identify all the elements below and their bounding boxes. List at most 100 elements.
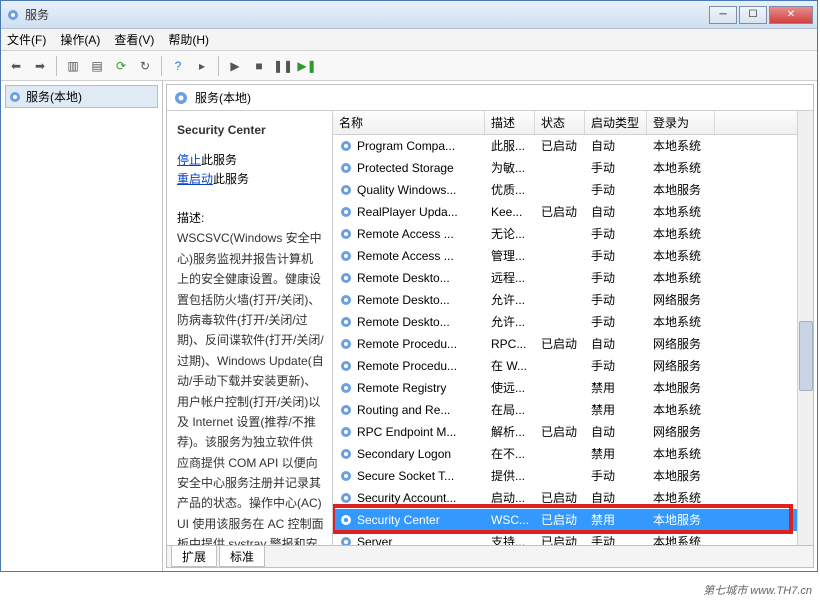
description-text: WSCSVC(Windows 安全中心)服务监视并报告计算机上的安全健康设置。健… [177,228,324,545]
service-name: Server [357,535,392,546]
service-desc: 为敏... [485,159,535,176]
service-row[interactable]: Server支持...已启动手动本地系统 [333,531,813,545]
menu-view[interactable]: 查看(V) [114,31,154,48]
tab-standard[interactable]: 标准 [219,546,265,567]
menu-action[interactable]: 操作(A) [60,31,100,48]
service-desc: RPC... [485,337,535,351]
service-logon: 网络服务 [647,423,715,440]
gear-icon [339,337,353,351]
service-row[interactable]: Secondary Logon在不...禁用本地系统 [333,443,813,465]
service-logon: 本地服务 [647,379,715,396]
service-logon: 本地服务 [647,467,715,484]
gear-icon [339,491,353,505]
service-status: 已启动 [535,533,585,545]
restart-suffix: 此服务 [213,172,249,186]
service-status: 已启动 [535,335,585,352]
service-start: 手动 [585,269,647,286]
service-row[interactable]: Remote Deskto...允许...手动本地系统 [333,311,813,333]
menu-help[interactable]: 帮助(H) [168,31,209,48]
column-logon-as[interactable]: 登录为 [647,111,715,134]
service-start: 手动 [585,357,647,374]
stop-service-button[interactable]: ■ [248,55,270,77]
service-desc: 使远... [485,379,535,396]
service-row[interactable]: Remote Procedu...在 W...手动网络服务 [333,355,813,377]
service-row[interactable]: Security CenterWSC...已启动禁用本地服务 [333,509,813,531]
tree-node-services-local[interactable]: 服务(本地) [5,85,158,108]
service-row[interactable]: Remote Access ...无论...手动本地系统 [333,223,813,245]
view-tabs: 扩展 标准 [167,545,813,567]
service-name: Quality Windows... [357,183,456,197]
selected-service-name: Security Center [177,123,324,137]
help2-button[interactable]: ▸ [191,55,213,77]
service-name: Security Account... [357,491,456,505]
restart-service-button[interactable]: ▶❚ [296,55,318,77]
service-row[interactable]: Secure Socket T...提供...手动本地服务 [333,465,813,487]
description-label: 描述: [177,209,324,226]
gear-icon [339,315,353,329]
service-row[interactable]: Remote Registry使远...禁用本地服务 [333,377,813,399]
service-desc: 在局... [485,401,535,418]
service-row[interactable]: Remote Deskto...允许...手动网络服务 [333,289,813,311]
service-row[interactable]: Routing and Re...在局...禁用本地系统 [333,399,813,421]
service-start: 手动 [585,181,647,198]
service-name: Secure Socket T... [357,469,454,483]
column-name[interactable]: 名称 [333,111,485,134]
service-row[interactable]: Remote Access ...管理...手动本地系统 [333,245,813,267]
service-status: 已启动 [535,511,585,528]
service-row[interactable]: Quality Windows...优质...手动本地服务 [333,179,813,201]
service-name: Secondary Logon [357,447,451,461]
column-description[interactable]: 描述 [485,111,535,134]
back-button[interactable]: ⬅ [5,55,27,77]
service-logon: 本地系统 [647,159,715,176]
vertical-scrollbar[interactable] [797,111,813,545]
service-row[interactable]: Remote Procedu...RPC...已启动自动网络服务 [333,333,813,355]
service-name: RPC Endpoint M... [357,425,456,439]
service-logon: 本地系统 [647,225,715,242]
service-row[interactable]: Remote Deskto...远程...手动本地系统 [333,267,813,289]
gear-icon [339,183,353,197]
column-startup-type[interactable]: 启动类型 [585,111,647,134]
gear-icon [339,139,353,153]
stop-suffix: 此服务 [201,153,237,167]
gear-icon [339,227,353,241]
service-row[interactable]: RealPlayer Upda...Kee...已启动自动本地系统 [333,201,813,223]
scrollbar-thumb[interactable] [799,321,813,391]
tree-pane: 服务(本地) [1,81,163,571]
start-service-button[interactable]: ▶ [224,55,246,77]
gear-icon [339,293,353,307]
gear-icon [339,535,353,546]
column-status[interactable]: 状态 [535,111,585,134]
service-logon: 网络服务 [647,357,715,374]
show-hide-tree-button[interactable]: ▥ [62,55,84,77]
service-logon: 本地系统 [647,401,715,418]
export-button[interactable]: ⟳ [110,55,132,77]
menubar: 文件(F) 操作(A) 查看(V) 帮助(H) [1,29,817,51]
service-row[interactable]: Security Account...启动...已启动自动本地系统 [333,487,813,509]
stop-service-link[interactable]: 停止 [177,153,201,167]
service-rows[interactable]: Program Compa...此服...已启动自动本地系统Protected … [333,135,813,545]
refresh-button[interactable]: ↻ [134,55,156,77]
help-button[interactable]: ? [167,55,189,77]
watermark: 第七城市 www.TH7.cn [703,582,812,598]
titlebar[interactable]: 服务 ─ ☐ ✕ [1,1,817,29]
gear-icon [339,271,353,285]
close-button[interactable]: ✕ [769,6,813,24]
properties-button[interactable]: ▤ [86,55,108,77]
service-row[interactable]: Program Compa...此服...已启动自动本地系统 [333,135,813,157]
service-name: Remote Procedu... [357,359,457,373]
service-start: 禁用 [585,401,647,418]
menu-file[interactable]: 文件(F) [7,31,46,48]
service-start: 手动 [585,159,647,176]
maximize-button[interactable]: ☐ [739,6,767,24]
service-row[interactable]: RPC Endpoint M...解析...已启动自动网络服务 [333,421,813,443]
minimize-button[interactable]: ─ [709,6,737,24]
tab-extended[interactable]: 扩展 [171,546,217,567]
pause-service-button[interactable]: ❚❚ [272,55,294,77]
window-title: 服务 [25,6,709,23]
restart-service-link[interactable]: 重启动 [177,172,213,186]
service-row[interactable]: Protected Storage为敏...手动本地系统 [333,157,813,179]
service-desc: WSC... [485,513,535,527]
service-status: 已启动 [535,489,585,506]
service-name: Remote Deskto... [357,271,450,285]
forward-button[interactable]: ➡ [29,55,51,77]
